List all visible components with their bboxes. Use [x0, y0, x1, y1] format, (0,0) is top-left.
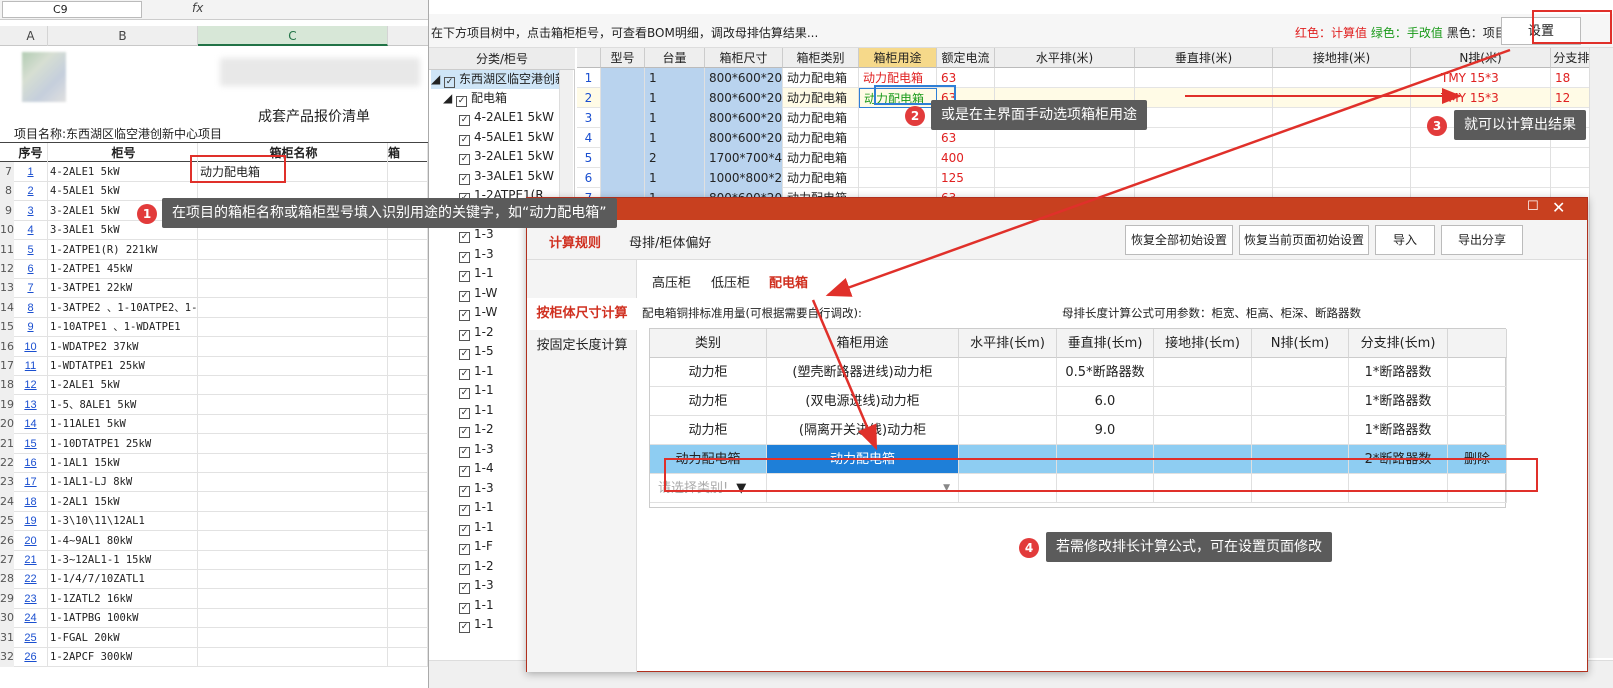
formula-row-highlight: [664, 458, 1538, 492]
note-2: 或是在主界面手动选项箱柜用途: [931, 100, 1147, 130]
note-4: 若需修改排长计算公式，可在设置页面修改: [1046, 532, 1332, 562]
note-number-1: 1: [137, 204, 157, 224]
note-number-2: 2: [905, 106, 925, 126]
note-number-4: 4: [1019, 538, 1039, 558]
annotation-arrows: [811, 48, 1511, 451]
note-3: 就可以计算出结果: [1454, 110, 1586, 140]
note-1: 在项目的箱柜名称或箱柜型号填入识别用途的关键字，如“动力配电箱”: [162, 198, 617, 228]
excel-keyword-highlight: [190, 155, 286, 183]
note-number-3: 3: [1427, 116, 1447, 136]
settings-highlight: [1532, 10, 1612, 44]
